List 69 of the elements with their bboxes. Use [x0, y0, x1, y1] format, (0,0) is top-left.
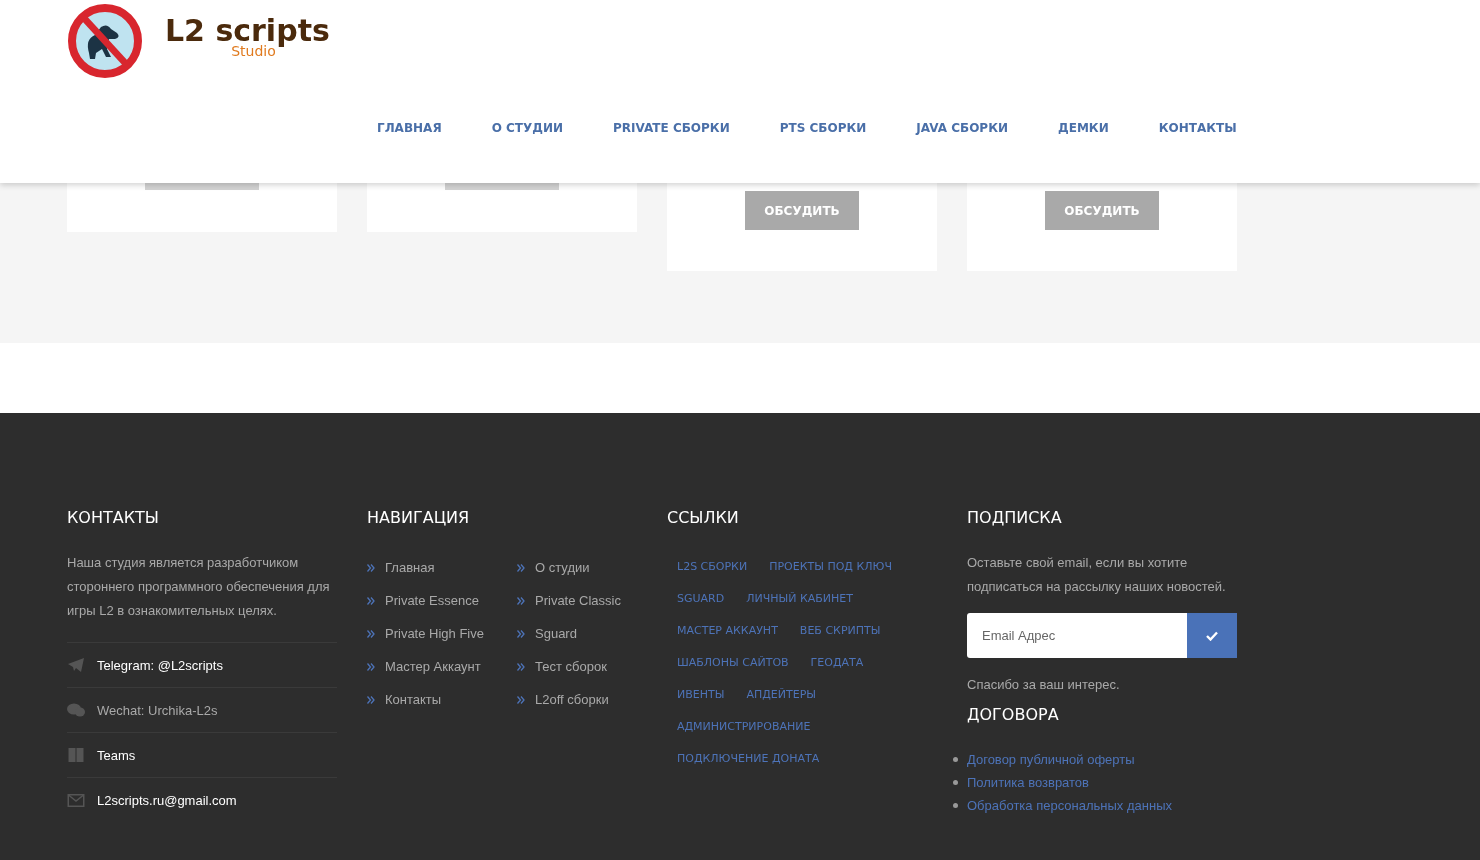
bullet-icon	[953, 803, 958, 808]
double-chevron-icon	[517, 629, 525, 638]
subscribe-button[interactable]	[1187, 613, 1237, 658]
footer-nav-link[interactable]: О студии	[535, 560, 590, 575]
tag-link[interactable]: ИВЕНТЫ	[677, 687, 725, 701]
logo-title[interactable]: L2 scripts	[165, 16, 330, 46]
column-heading: ССЫЛКИ	[667, 507, 740, 529]
contract-link[interactable]: Договор публичной оферты	[967, 752, 1135, 767]
column-heading: НАВИГАЦИЯ	[367, 507, 471, 529]
panel-icon	[67, 748, 85, 762]
tag-link[interactable]: SGUARD	[677, 591, 725, 605]
footer-nav-link[interactable]: Мастер Аккаунт	[385, 659, 481, 674]
footer-nav-link[interactable]: Контакты	[385, 692, 442, 707]
contact-link[interactable]: Telegram: @L2scripts	[97, 657, 223, 673]
double-chevron-icon	[517, 662, 525, 671]
logo-subtitle: Studio	[231, 44, 276, 58]
tag-link[interactable]: МАСТЕР АККАУНТ	[677, 623, 778, 637]
double-chevron-icon	[367, 662, 375, 671]
footer-nav-link[interactable]: Sguard	[535, 626, 577, 641]
nav-link[interactable]: ДЕМКИ	[1048, 121, 1119, 135]
button-edge[interactable]	[445, 183, 559, 190]
subscribe-text: Оставьте свой email, если вы хотите подписаться на рассылку наших новостей.	[967, 554, 1227, 596]
double-chevron-icon	[517, 596, 525, 605]
contact-text: Wechat: Urchika-L2s	[97, 702, 218, 718]
chat-bubbles-icon	[67, 703, 85, 717]
about-text: Наша студия является разработчиком стороннего программного обеспечения для игры L2 в ознакомительных целях.	[67, 554, 331, 620]
column-heading: ДОГОВОРА	[967, 704, 1060, 726]
email-field[interactable]: Email Адрес	[967, 613, 1187, 658]
nav-link[interactable]: О СТУДИИ	[481, 121, 574, 135]
bullet-icon	[953, 780, 958, 785]
footer-nav-link[interactable]: Главная	[385, 560, 435, 575]
tag-link[interactable]: ПОДКЛЮЧЕНИЕ ДОНАТА	[677, 751, 820, 765]
bullet-icon	[953, 757, 958, 762]
nav-link[interactable]: КОНТАКТЫ	[1148, 121, 1247, 135]
contact-link[interactable]: L2scripts.ru@gmail.com	[97, 792, 237, 808]
double-chevron-icon	[367, 596, 375, 605]
footer-nav-link[interactable]: Тест сборок	[535, 659, 607, 674]
double-chevron-icon	[517, 563, 525, 572]
footer-nav-link[interactable]: Private High Five	[385, 626, 484, 641]
double-chevron-icon	[517, 695, 525, 704]
tag-link[interactable]: ШАБЛОНЫ САЙТОВ	[677, 655, 789, 669]
thanks-text: Спасибо за ваш интерес.	[967, 677, 1121, 692]
tag-link[interactable]: ПРОЕКТЫ ПОД КЛЮЧ	[769, 559, 892, 573]
contact-link[interactable]: Teams	[97, 747, 136, 763]
footer-nav-link[interactable]: L2off сборки	[535, 692, 609, 707]
contract-link[interactable]: Обработка персональных данных	[967, 798, 1172, 813]
tag-link[interactable]: АДМИНИСТРИРОВАНИЕ	[677, 719, 811, 733]
footer-nav-link[interactable]: Private Essence	[385, 593, 479, 608]
nav-link[interactable]: PTS СБОРКИ	[769, 121, 877, 135]
contract-link[interactable]: Политика возвратов	[967, 775, 1089, 790]
double-chevron-icon	[367, 695, 375, 704]
double-chevron-icon	[367, 629, 375, 638]
nav-link[interactable]: ГЛАВНАЯ	[367, 121, 452, 135]
paper-plane-icon	[67, 658, 85, 672]
checkmark-icon	[1206, 630, 1218, 641]
prohibition-sign-logo-icon[interactable]	[67, 3, 143, 79]
tag-link[interactable]: АПДЕЙТЕРЫ	[746, 687, 816, 701]
nav-link[interactable]: PRIVATE СБОРКИ	[603, 121, 740, 135]
tag-link[interactable]: ГЕОДАТА	[810, 655, 864, 669]
nav-link[interactable]: JAVA СБОРКИ	[906, 121, 1019, 135]
column-heading: ПОДПИСКА	[967, 507, 1063, 529]
tag-link[interactable]: ЛИЧНЫЙ КАБИНЕТ	[746, 591, 853, 605]
tag-link[interactable]: L2S СБОРКИ	[677, 559, 748, 573]
column-heading: КОНТАКТЫ	[67, 507, 160, 529]
footer-nav-link[interactable]: Private Classic	[535, 593, 621, 608]
double-chevron-icon	[367, 563, 375, 572]
tag-link[interactable]: ВЕБ СКРИПТЫ	[799, 623, 881, 637]
envelope-icon	[67, 793, 85, 807]
button-edge[interactable]	[145, 183, 259, 190]
